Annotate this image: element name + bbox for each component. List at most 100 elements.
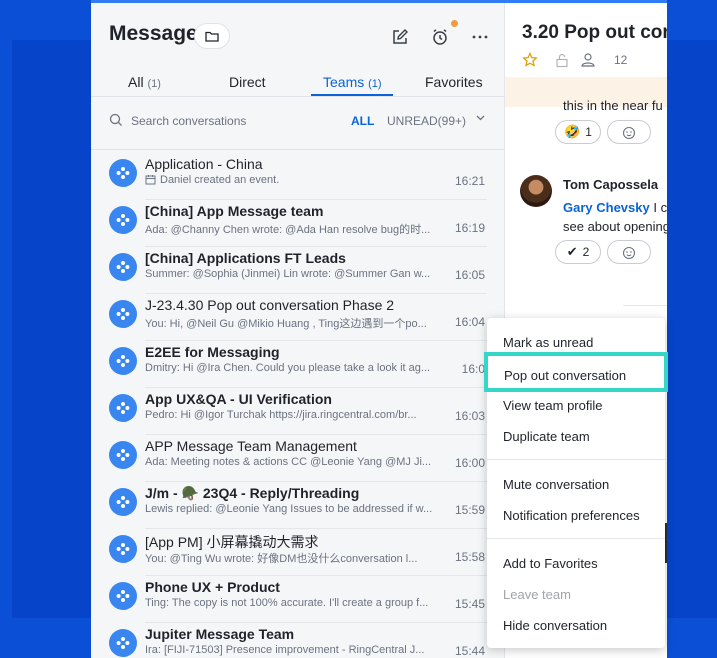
team-icon — [116, 214, 130, 226]
message-sender[interactable]: Tom Capossela — [563, 177, 658, 192]
message-text-rest: I ca — [653, 200, 667, 215]
conversation-tabs: All (1) Direct Teams (1) Favorites — [91, 69, 505, 97]
message-text: see about opening — [563, 219, 667, 234]
team-icon — [116, 355, 130, 367]
conversation-preview: Ada: @Channy Chen wrote: @Ada Han resolv… — [145, 221, 445, 237]
list-item[interactable]: APP Message Team Management Ada: Meeting … — [91, 435, 505, 482]
list-item[interactable]: App UX&QA - UI Verification Pedro: Hi @Ig… — [91, 388, 505, 435]
chevron-down-icon[interactable] — [476, 115, 485, 121]
notification-dot — [451, 20, 458, 27]
search-divider — [91, 149, 505, 150]
menu-item-add-to-favorites[interactable]: Add to Favorites — [503, 556, 598, 571]
search-input[interactable] — [131, 111, 331, 131]
menu-item-notification-preferences[interactable]: Notification preferences — [503, 508, 640, 523]
list-item[interactable]: E2EE for Messaging Dmitry: Hi @Ira Chen. … — [91, 341, 505, 388]
conversation-name: [China] App Message team — [145, 203, 324, 219]
tab-teams[interactable]: Teams (1) — [323, 74, 382, 90]
conversation-name: J/m - 🪖 23Q4 - Reply/Threading — [145, 485, 360, 501]
avatar[interactable] — [520, 175, 552, 207]
conversation-time: 15:59 — [454, 503, 485, 517]
conversation-time: 15:45 — [454, 597, 485, 611]
add-reaction-button[interactable] — [607, 120, 651, 144]
avatar — [109, 582, 137, 610]
conversation-header-icons: 12 — [522, 52, 667, 70]
tab-all[interactable]: All (1) — [128, 74, 161, 90]
team-icon — [116, 543, 130, 555]
mention-link[interactable]: Gary Chevsky — [563, 200, 650, 215]
menu-item-mark-unread[interactable]: Mark as unread — [503, 335, 593, 350]
reaction-pill[interactable]: 🤣 1 — [555, 120, 601, 144]
conversation-name: E2EE for Messaging — [145, 344, 280, 360]
avatar — [109, 488, 137, 516]
preview-text: Pedro: Hi @Igor Turchak https://jira.rin… — [145, 409, 417, 421]
avatar — [109, 159, 137, 187]
member-count: 12 — [614, 53, 628, 67]
conversation-time: 16:19 — [454, 221, 485, 235]
search-bar: ALL UNREAD(99+) — [91, 103, 505, 139]
conversation-time: 16:21 — [454, 174, 485, 188]
preview-text: Summer: @Sophia (Jinmei) Lin wrote: @Sum… — [145, 268, 431, 280]
conversation-time: 15:44 — [454, 644, 485, 658]
team-icon — [116, 402, 130, 414]
lock-icon[interactable] — [555, 53, 569, 68]
compose-icon — [393, 29, 408, 44]
list-item[interactable]: J-23.4.30 Pop out conversation Phase 2 Yo… — [91, 294, 505, 341]
members-icon[interactable] — [580, 52, 596, 68]
conversation-title: 3.20 Pop out con — [522, 22, 667, 43]
filter-all-button[interactable]: ALL — [351, 114, 374, 128]
message-text: this in the near fu — [563, 98, 663, 113]
add-reaction-button[interactable] — [607, 240, 651, 264]
alarm-button[interactable] — [429, 26, 451, 48]
menu-item-hide-conversation[interactable]: Hide conversation — [503, 618, 607, 633]
list-item[interactable]: J/m - 🪖 23Q4 - Reply/Threading Lewis repl… — [91, 482, 505, 529]
more-button[interactable] — [469, 26, 491, 48]
conversation-list-pane: Message All (1) Direct Teams (1) Favorit… — [91, 3, 505, 658]
conversation-preview: Lewis replied: @Leonie Yang Issues to be… — [145, 503, 445, 515]
add-emoji-icon — [622, 126, 635, 139]
list-item[interactable]: Phone UX + Product Ting: The copy is not … — [91, 576, 505, 623]
menu-item-pop-out-conversation[interactable]: Pop out conversation — [484, 352, 668, 392]
list-item[interactable]: Jupiter Message Team Ira: [FIJI-71503] Pr… — [91, 623, 505, 658]
message-text: Gary Chevsky I ca — [563, 200, 667, 215]
tabs-divider — [91, 96, 505, 97]
star-icon[interactable] — [522, 52, 538, 68]
filter-unread-button[interactable]: UNREAD(99+) — [387, 114, 466, 128]
list-item[interactable]: [App PM] 小屏幕撬动大需求 You: @Ting Wu wrote: 好像… — [91, 529, 505, 576]
list-item[interactable]: [China] App Message team Ada: @Channy Che… — [91, 200, 505, 247]
conversation-preview: Ira: [FIJI-71503] Presence improvement -… — [145, 644, 445, 656]
conversation-time: 16:0 — [461, 362, 485, 376]
tab-direct[interactable]: Direct — [229, 74, 266, 90]
conversation-time: 16:04 — [454, 315, 485, 329]
reaction-count: 1 — [585, 125, 592, 139]
list-item[interactable]: Application - China Daniel created an eve… — [91, 153, 505, 200]
list-item[interactable]: [China] Applications FT Leads Summer: @So… — [91, 247, 505, 294]
conversation-preview: You: Hi, @Neil Gu @Mikio Huang , Ting这边遇… — [145, 315, 445, 331]
conversation-name: [China] Applications FT Leads — [145, 250, 346, 266]
conversation-time: 15:58 — [454, 550, 485, 564]
conversation-preview: Dmitry: Hi @Ira Chen. Could you please t… — [145, 362, 445, 374]
preview-text: Lewis replied: @Leonie Yang Issues to be… — [145, 503, 433, 515]
avatar — [109, 441, 137, 469]
avatar — [109, 300, 137, 328]
compose-button[interactable] — [389, 26, 411, 48]
team-icon — [116, 637, 130, 649]
conversation-preview: Ada: Meeting notes & actions CC @Leonie … — [145, 456, 445, 468]
reaction-pill[interactable]: ✔ 2 — [555, 240, 601, 264]
avatar — [109, 206, 137, 234]
check-icon: ✔ — [566, 244, 578, 259]
conversation-name: APP Message Team Management — [145, 438, 357, 454]
menu-separator — [487, 538, 665, 539]
folder-button[interactable] — [194, 23, 230, 49]
preview-text: Ada: Meeting notes & actions CC @Leonie … — [145, 456, 432, 468]
conversation-name: Phone UX + Product — [145, 579, 280, 595]
avatar — [109, 394, 137, 422]
add-emoji-icon — [622, 246, 635, 259]
alarm-icon — [433, 29, 447, 45]
menu-item-duplicate-team[interactable]: Duplicate team — [503, 429, 590, 444]
tab-favorites[interactable]: Favorites — [425, 74, 483, 90]
team-icon — [116, 308, 130, 320]
conversation-time: 16:00 — [454, 456, 485, 470]
preview-text: You: Hi, @Neil Gu @Mikio Huang , Ting这边遇… — [145, 318, 427, 330]
menu-item-mute-conversation[interactable]: Mute conversation — [503, 477, 609, 492]
menu-item-view-team-profile[interactable]: View team profile — [503, 398, 602, 413]
